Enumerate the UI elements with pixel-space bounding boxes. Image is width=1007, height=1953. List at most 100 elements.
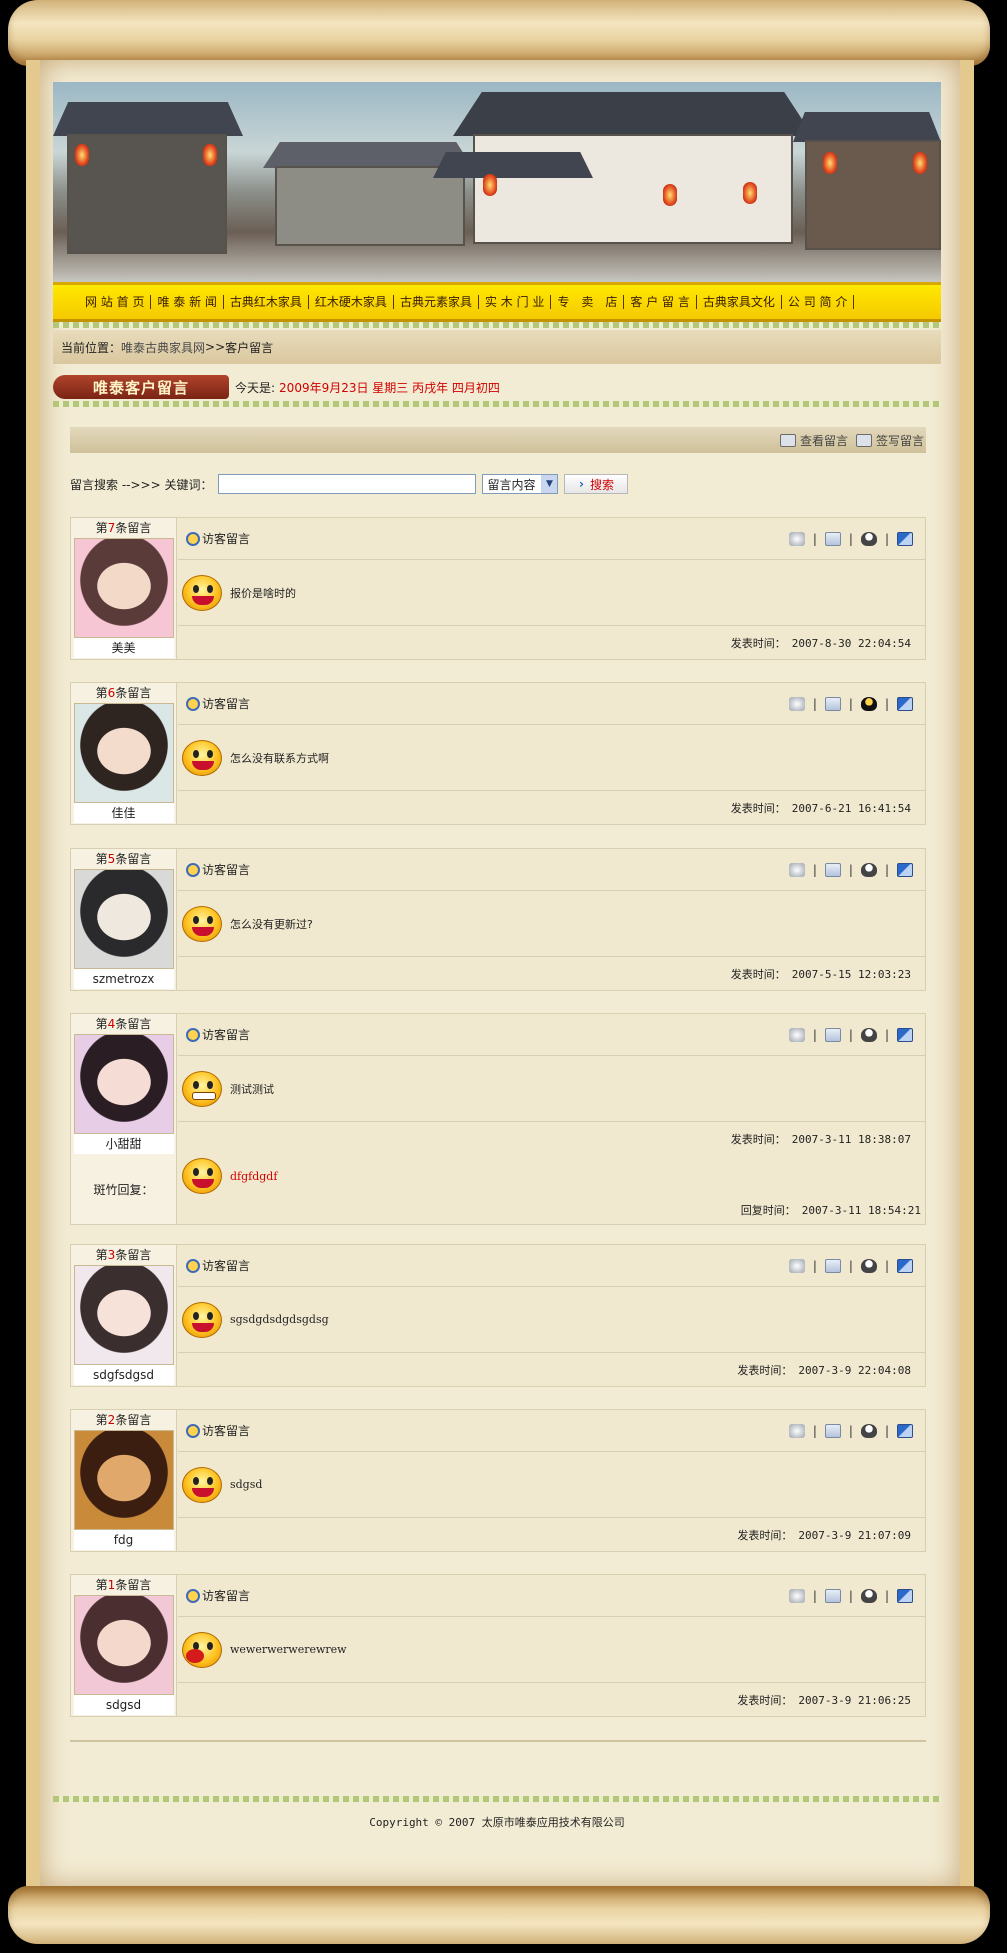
post-time-label: 发表时间：	[730, 1133, 786, 1146]
post-time: 2007-3-9 21:07:09	[798, 1528, 911, 1542]
smiley-icon	[182, 574, 222, 611]
qq-icon[interactable]	[860, 1258, 877, 1273]
message-content: wewerwerwerewrew	[230, 1643, 347, 1656]
mail-icon[interactable]	[824, 1423, 841, 1438]
reply-icon[interactable]	[897, 1588, 913, 1603]
qq-icon[interactable]	[860, 1588, 877, 1603]
visitor-icon	[186, 1027, 200, 1042]
visitor-label: 访客留言	[202, 697, 251, 711]
mail-icon[interactable]	[824, 1588, 841, 1603]
home-icon[interactable]	[788, 1258, 805, 1273]
avatar	[73, 1034, 174, 1134]
reply-icon[interactable]	[897, 862, 913, 877]
main-nav: 网 站 首 页 唯 泰 新 闻 古典红木家具 红木硬木家具 古典元素家具 实 木…	[53, 282, 941, 322]
search-scope-select[interactable]: 留言内容 ▼	[482, 474, 559, 494]
nav-stores[interactable]: 专 卖 店	[551, 295, 625, 309]
smiley-icon	[182, 1158, 222, 1194]
avatar	[73, 538, 174, 638]
mail-icon[interactable]	[824, 1258, 841, 1273]
nav-guestbook[interactable]: 客 户 留 言	[624, 295, 697, 309]
reply-icon[interactable]	[897, 1423, 913, 1438]
message-number: 第6条留言	[95, 686, 152, 700]
qq-icon[interactable]	[860, 696, 877, 711]
page: 网 站 首 页 唯 泰 新 闻 古典红木家具 红木硬木家具 古典元素家具 实 木…	[0, 0, 1007, 1953]
nav-hardwood[interactable]: 红木硬木家具	[309, 295, 394, 309]
home-icon[interactable]	[788, 1423, 805, 1438]
post-time-label: 发表时间：	[730, 637, 786, 650]
post-time-label: 发表时间：	[730, 802, 786, 815]
post-time-label: 发表时间：	[737, 1529, 793, 1542]
reply-icon[interactable]	[897, 531, 913, 546]
nav-wood-doors[interactable]: 实 木 门 业	[479, 295, 552, 309]
avatar	[73, 869, 174, 969]
mail-icon[interactable]	[824, 531, 841, 546]
search-label: 留言搜索 -->>> 关键词：	[70, 477, 213, 492]
breadcrumb-site-link[interactable]: 唯泰古典家具网	[121, 339, 205, 356]
breadcrumb: 当前位置： 唯泰古典家具网 >> 客户留言	[53, 330, 941, 364]
divider	[53, 322, 941, 328]
reply-time: 2007-3-11 18:54:21	[801, 1203, 921, 1217]
nav-home[interactable]: 网 站 首 页	[79, 295, 152, 309]
home-icon[interactable]	[788, 696, 805, 711]
smiley-icon	[182, 905, 222, 942]
qq-icon[interactable]	[860, 1423, 877, 1438]
chevron-down-icon: ▼	[541, 475, 558, 493]
reply-icon[interactable]	[897, 1258, 913, 1273]
post-time-label: 发表时间：	[737, 1694, 793, 1707]
arrow-right-icon: ›	[578, 477, 584, 491]
view-messages-link[interactable]: 查看留言	[779, 432, 848, 449]
reply-time-label: 回复时间：	[740, 1204, 796, 1217]
message-tools: | | |	[788, 1588, 913, 1603]
message-content: 怎么没有更新过?	[230, 917, 313, 931]
qq-icon[interactable]	[860, 862, 877, 877]
search-button[interactable]: › 搜索	[564, 474, 629, 494]
message-tools: | | |	[788, 1423, 913, 1438]
avatar	[73, 1265, 174, 1365]
nav-news[interactable]: 唯 泰 新 闻	[151, 295, 224, 309]
write-message-link[interactable]: 签写留言	[855, 432, 924, 449]
message-number: 第4条留言	[95, 1017, 152, 1031]
reply-label: 斑竹回复：	[71, 1155, 177, 1224]
visitor-message-tag: 访客留言	[186, 695, 250, 712]
reply-icon[interactable]	[897, 1027, 913, 1042]
nav-classic-redwood[interactable]: 古典红木家具	[224, 295, 309, 309]
message-card: 第5条留言 szmetrozx 访客留言 | | | 怎么没有更新过? 发表时间…	[70, 848, 926, 991]
scroll-top-decoration	[8, 0, 990, 66]
reply-icon[interactable]	[897, 696, 913, 711]
author-name: szmetrozx	[73, 969, 174, 989]
qq-icon[interactable]	[860, 1027, 877, 1042]
nav-classic-elements[interactable]: 古典元素家具	[394, 295, 479, 309]
message-number: 第7条留言	[95, 521, 152, 535]
home-icon[interactable]	[788, 1588, 805, 1603]
qq-icon[interactable]	[860, 531, 877, 546]
breadcrumb-label: 当前位置：	[61, 340, 122, 355]
smiley-icon	[182, 1631, 222, 1668]
home-icon[interactable]	[788, 531, 805, 546]
smiley-icon	[182, 1466, 222, 1503]
message-tools: | | |	[788, 531, 913, 546]
message-card: 第7条留言 美美 访客留言 | | | 报价是啥时的 发表时间： 2007-8-…	[70, 517, 926, 660]
home-icon[interactable]	[788, 1027, 805, 1042]
mail-icon[interactable]	[824, 862, 841, 877]
reply-content: dfgfdgdf	[230, 1169, 278, 1183]
footer-copyright: Copyright © 2007 太原市唯泰应用技术有限公司	[369, 1816, 625, 1829]
write-message-label: 签写留言	[875, 433, 924, 448]
author-name: sdgsd	[73, 1695, 174, 1715]
nav-culture[interactable]: 古典家具文化	[697, 295, 782, 309]
mail-icon[interactable]	[824, 1027, 841, 1042]
post-time: 2007-6-21 16:41:54	[791, 801, 911, 815]
search-scope-value: 留言内容	[487, 477, 536, 492]
mail-icon[interactable]	[824, 696, 841, 711]
home-icon[interactable]	[788, 862, 805, 877]
message-tools: | | |	[788, 862, 913, 877]
guestbook-actions: 查看留言 签写留言	[70, 427, 926, 453]
search-input[interactable]	[218, 474, 477, 494]
post-time: 2007-8-30 22:04:54	[791, 636, 911, 650]
post-time: 2007-3-9 21:06:25	[798, 1693, 911, 1707]
message-card: 第4条留言 小甜甜 访客留言 | | | 测试测试 发表时间： 2007-3-1…	[70, 1013, 926, 1156]
nav-about[interactable]: 公 司 简 介	[782, 295, 855, 309]
visitor-label: 访客留言	[202, 1028, 251, 1042]
visitor-icon	[186, 696, 200, 711]
book-icon	[779, 433, 796, 447]
header-banner	[53, 82, 941, 282]
